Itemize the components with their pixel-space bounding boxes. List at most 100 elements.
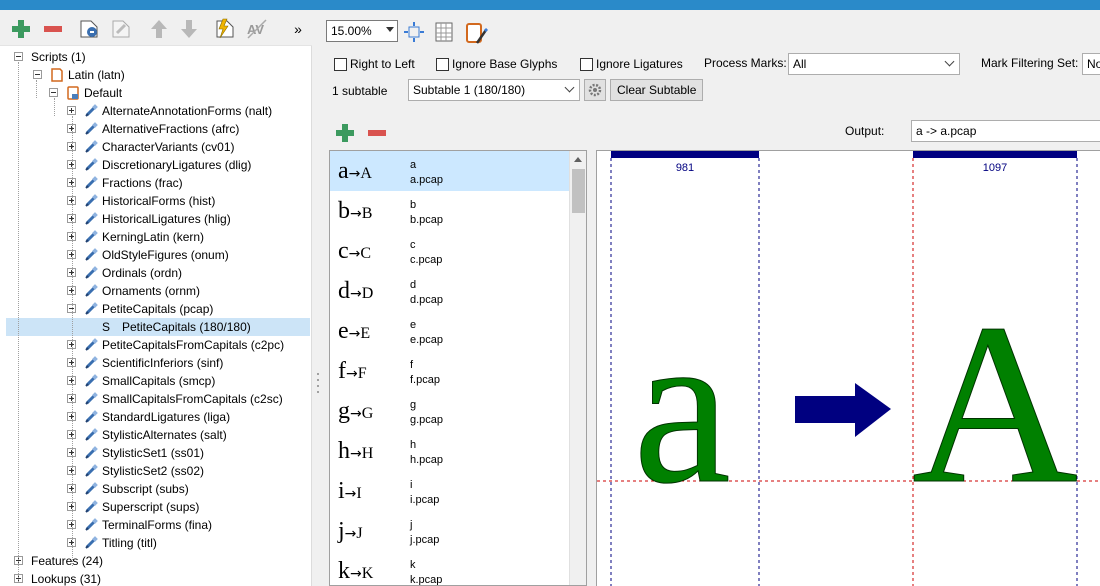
tree-item-feature[interactable]: StandardLigatures (liga): [102, 408, 230, 426]
substitution-row[interactable]: f→F f f.pcap: [330, 351, 570, 391]
tree-item-label: Subscript (subs): [102, 482, 189, 496]
fit-view-icon[interactable]: [402, 20, 426, 44]
substitution-row[interactable]: k→K k k.pcap: [330, 551, 570, 585]
input-glyph-name: e: [410, 319, 417, 331]
source-glyph-char: i: [338, 478, 345, 504]
output-glyph-name: f.pcap: [410, 374, 440, 386]
edit-lookup-icon[interactable]: [108, 16, 134, 42]
tree-item-label: Ornaments (ornm): [102, 284, 201, 298]
tree-item-scripts[interactable]: Scripts (1): [31, 48, 86, 66]
tree-guide-line: [72, 116, 73, 566]
target-glyph-char: A: [360, 165, 372, 182]
tree-item-feature[interactable]: Superscript (sups): [102, 498, 199, 516]
pane-splitter[interactable]: [312, 10, 324, 586]
collapse-icon[interactable]: [49, 88, 58, 97]
substitution-row[interactable]: g→G g g.pcap: [330, 391, 570, 431]
tree-item-lookups-root[interactable]: Lookups (31): [31, 570, 101, 586]
substitution-row[interactable]: i→I i i.pcap: [330, 471, 570, 511]
remove-icon[interactable]: [364, 120, 390, 146]
tree-item-feature[interactable]: HistoricalForms (hist): [102, 192, 215, 210]
collapse-icon[interactable]: [14, 52, 23, 61]
right-to-left-checkbox[interactable]: [334, 58, 347, 71]
tree-item-feature[interactable]: PetiteCapitalsFromCapitals (c2pc): [102, 336, 284, 354]
remove-icon[interactable]: [40, 16, 66, 42]
zoom-select[interactable]: 15.00%: [326, 20, 398, 42]
tree-item-feature[interactable]: PetiteCapitals (pcap): [102, 300, 213, 318]
process-marks-value: All: [793, 57, 807, 71]
feature-icon: [84, 464, 98, 478]
vertical-scrollbar[interactable]: [569, 151, 586, 585]
substitution-pair: g→G: [338, 397, 373, 428]
tree-toolbar: AV »: [0, 10, 312, 46]
process-marks-select[interactable]: All: [788, 53, 960, 75]
tree-item-feature[interactable]: SmallCapitals (smcp): [102, 372, 215, 390]
tree-item-feature[interactable]: Ornaments (ornm): [102, 282, 200, 300]
output-glyph-name: b.pcap: [410, 214, 444, 226]
tree-item-feature[interactable]: StylisticSet2 (ss02): [102, 462, 204, 480]
add-icon[interactable]: [8, 16, 34, 42]
substitution-row[interactable]: h→H h h.pcap: [330, 431, 570, 471]
output-glyph-name: i.pcap: [410, 494, 440, 506]
tree-item-label: StylisticSet1 (ss01): [102, 446, 205, 460]
tree-item-feature[interactable]: SmallCapitalsFromCapitals (c2sc): [102, 390, 283, 408]
ignore-ligatures-checkbox[interactable]: [580, 58, 593, 71]
feature-icon: [84, 428, 98, 442]
tree-item-feature[interactable]: AlternativeFractions (afrc): [102, 120, 239, 138]
output-select[interactable]: a -> a.pcap: [911, 120, 1100, 142]
tree-item-feature[interactable]: Subscript (subs): [102, 480, 189, 498]
subtable-select[interactable]: Subtable 1 (180/180): [408, 79, 580, 101]
tree-item-feature[interactable]: TerminalForms (fina): [102, 516, 212, 534]
substitution-row[interactable]: j→J j j.pcap: [330, 511, 570, 551]
tree-item-default[interactable]: Default: [84, 84, 122, 102]
toolbar-overflow[interactable]: »: [290, 16, 306, 42]
substitution-row[interactable]: e→E e e.pcap: [330, 311, 570, 351]
tree-item-latin[interactable]: Latin (latn): [68, 66, 125, 84]
feature-icon: [84, 338, 98, 352]
scrollbar-thumb[interactable]: [572, 169, 585, 213]
mark-filtering-value: No: [1087, 57, 1100, 71]
script-icon: [50, 68, 64, 82]
ignore-base-glyphs-checkbox[interactable]: [436, 58, 449, 71]
tree-item-feature[interactable]: OldStyleFigures (onum): [102, 246, 229, 264]
collapse-icon[interactable]: [33, 70, 42, 79]
clear-subtable-button[interactable]: Clear Subtable: [610, 79, 704, 101]
compile-icon[interactable]: [212, 16, 238, 42]
substitution-row[interactable]: d→D d d.pcap: [330, 271, 570, 311]
tree-item-features-root[interactable]: Features (24): [31, 552, 103, 570]
tree-item-feature[interactable]: Fractions (frac): [102, 174, 183, 192]
advance-width-right: 1097: [983, 162, 1007, 174]
tree-item-feature[interactable]: StylisticAlternates (salt): [102, 426, 227, 444]
move-up-icon[interactable]: [146, 16, 172, 42]
target-glyph-char: G: [361, 405, 374, 422]
feature-icon: [84, 212, 98, 226]
tree-item-selected-subtable[interactable]: PetiteCapitals (180/180): [122, 318, 251, 336]
mark-filtering-select[interactable]: No: [1082, 53, 1100, 75]
arrow-icon: →: [348, 246, 361, 262]
subtable-settings-icon[interactable]: [584, 79, 606, 101]
tree-item-feature[interactable]: KerningLatin (kern): [102, 228, 204, 246]
kern-icon[interactable]: AV: [244, 16, 270, 42]
output-glyph-name: e.pcap: [410, 334, 444, 346]
substitution-pair: e→E: [338, 317, 370, 348]
tree-item-feature[interactable]: StylisticSet1 (ss01): [102, 444, 204, 462]
tree-item-feature[interactable]: HistoricalLigatures (hlig): [102, 210, 231, 228]
move-down-icon[interactable]: [176, 16, 202, 42]
substitution-row[interactable]: c→C c c.pcap: [330, 231, 570, 271]
tree-item-feature[interactable]: ScientificInferiors (sinf): [102, 354, 223, 372]
add-icon[interactable]: [332, 120, 358, 146]
tree-item-feature[interactable]: AlternateAnnotationForms (nalt): [102, 102, 272, 120]
arrow-icon: →: [348, 166, 361, 182]
substitution-row[interactable]: b→B b b.pcap: [330, 191, 570, 231]
tree-item-feature[interactable]: DiscretionaryLigatures (dlig): [102, 156, 251, 174]
tree-item-feature[interactable]: CharacterVariants (cv01): [102, 138, 235, 156]
glyph-grid-icon[interactable]: [432, 20, 456, 44]
substitution-row[interactable]: a→A a a.pcap: [330, 151, 570, 191]
tree-item-feature[interactable]: Ordinals (ordn): [102, 264, 182, 282]
feature-icon: [84, 266, 98, 280]
feature-icon: [84, 392, 98, 406]
new-lookup-icon[interactable]: [76, 16, 102, 42]
expand-icon[interactable]: [67, 106, 76, 115]
scroll-up-icon[interactable]: [574, 157, 582, 162]
edit-document-icon[interactable]: [462, 20, 490, 48]
tree-item-feature[interactable]: Titling (titl): [102, 534, 157, 552]
